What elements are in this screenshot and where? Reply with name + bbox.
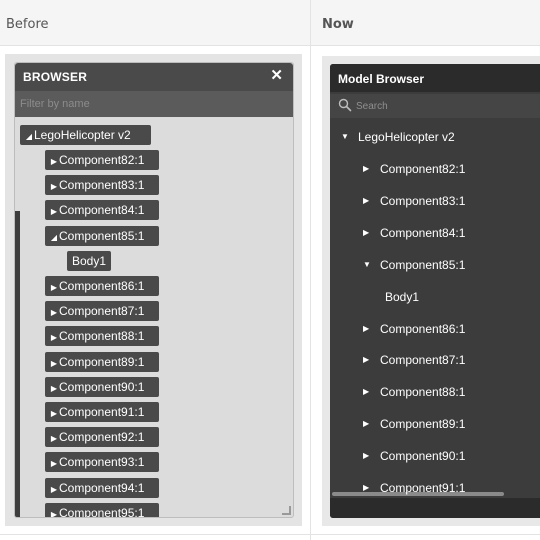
tree-node-component[interactable]: ▶ Component83:1 bbox=[45, 175, 159, 195]
tree-node-label: Component88:1 bbox=[59, 329, 145, 343]
tree-node-component[interactable]: ◢ Component85:1 bbox=[45, 226, 159, 246]
tree-node-label: Component90:1 bbox=[380, 449, 466, 463]
triangle-right-icon[interactable]: ▶ bbox=[45, 404, 59, 424]
tree-node-label: Component89:1 bbox=[59, 355, 145, 369]
tree-node-component[interactable]: ▶ Component83:1 bbox=[330, 185, 540, 217]
tree-node-label: Component91:1 bbox=[380, 481, 466, 495]
triangle-right-icon[interactable]: ▶ bbox=[45, 454, 59, 474]
model-browser-title-bar: Model Browser bbox=[330, 64, 540, 92]
triangle-right-icon[interactable]: ▶ bbox=[363, 344, 369, 376]
triangle-down-icon[interactable]: ▼ bbox=[363, 249, 371, 281]
triangle-right-icon[interactable]: ▶ bbox=[363, 313, 369, 345]
old-browser-title-bar: BROWSER ✕ bbox=[15, 63, 293, 91]
tree-node-label: Component87:1 bbox=[59, 304, 145, 318]
triangle-down-icon[interactable]: ◢ bbox=[20, 127, 34, 147]
now-column-header: Now bbox=[322, 17, 354, 32]
tree-node-label: LegoHelicopter v2 bbox=[358, 130, 455, 144]
triangle-right-icon[interactable]: ▶ bbox=[45, 505, 59, 517]
tree-node-label: Component89:1 bbox=[380, 417, 466, 431]
tree-node-component[interactable]: ▶ Component87:1 bbox=[330, 344, 540, 376]
tree-node-label: Component82:1 bbox=[380, 162, 466, 176]
filter-input[interactable] bbox=[15, 91, 293, 117]
tree-node-label: Component86:1 bbox=[380, 322, 466, 336]
tree-node-label: Component85:1 bbox=[380, 258, 466, 272]
tree-node-root[interactable]: ▼ LegoHelicopter v2 bbox=[330, 121, 540, 153]
close-icon[interactable]: ✕ bbox=[270, 68, 283, 84]
tree-node-component[interactable]: ▼ Component85:1 bbox=[330, 249, 540, 281]
triangle-right-icon[interactable]: ▶ bbox=[363, 217, 369, 249]
triangle-right-icon[interactable]: ▶ bbox=[363, 408, 369, 440]
tree-node-label: Component90:1 bbox=[59, 380, 145, 394]
old-browser-title: BROWSER bbox=[23, 70, 88, 84]
tree-node-root[interactable]: ◢ LegoHelicopter v2 bbox=[20, 125, 151, 145]
triangle-right-icon[interactable]: ▶ bbox=[45, 429, 59, 449]
tree-node-component[interactable]: ▶ Component91:1 bbox=[45, 402, 159, 422]
tree-node-label: Component86:1 bbox=[59, 279, 145, 293]
triangle-right-icon[interactable]: ▶ bbox=[363, 185, 369, 217]
triangle-right-icon[interactable]: ▶ bbox=[45, 303, 59, 323]
triangle-right-icon[interactable]: ▶ bbox=[45, 328, 59, 348]
tree-node-component[interactable]: ▶ Component84:1 bbox=[45, 200, 159, 220]
triangle-right-icon[interactable]: ▶ bbox=[45, 152, 59, 172]
tree-node-label: Component84:1 bbox=[59, 203, 145, 217]
tree-node-component[interactable]: ▶ Component82:1 bbox=[330, 153, 540, 185]
model-browser-title: Model Browser bbox=[338, 72, 425, 86]
search-bar bbox=[330, 94, 540, 118]
triangle-right-icon[interactable]: ▶ bbox=[45, 354, 59, 374]
tree-node-label: Component95:1 bbox=[59, 506, 145, 518]
tree-node-label: Component85:1 bbox=[59, 229, 145, 243]
tree-node-label: Component82:1 bbox=[59, 153, 145, 167]
tree-node-label: Component84:1 bbox=[380, 226, 466, 240]
tree-node-component[interactable]: ▶ Component95:1 bbox=[45, 503, 159, 518]
triangle-right-icon[interactable]: ▶ bbox=[363, 440, 369, 472]
tree-node-label: Component83:1 bbox=[59, 178, 145, 192]
tree-node-label: Component94:1 bbox=[59, 481, 145, 495]
column-divider bbox=[310, 0, 311, 540]
tree-node-label: Component88:1 bbox=[380, 385, 466, 399]
tree-node-component[interactable]: ▶ Component86:1 bbox=[45, 276, 159, 296]
tree-node-component[interactable]: ▶ Component87:1 bbox=[45, 301, 159, 321]
triangle-right-icon[interactable]: ▶ bbox=[363, 376, 369, 408]
tree-node-component[interactable]: ▶ Component93:1 bbox=[45, 452, 159, 472]
triangle-right-icon[interactable]: ▶ bbox=[45, 480, 59, 500]
tree-node-component[interactable]: ▶ Component88:1 bbox=[45, 326, 159, 346]
triangle-right-icon[interactable]: ▶ bbox=[45, 177, 59, 197]
tree-node-component[interactable]: ▶ Component84:1 bbox=[330, 217, 540, 249]
model-browser-panel: Model Browser ▼ LegoHelicopter v2 ▶ Compone… bbox=[330, 64, 540, 518]
tree-node-component[interactable]: ▶ Component88:1 bbox=[330, 376, 540, 408]
triangle-right-icon[interactable]: ▶ bbox=[45, 379, 59, 399]
tree-node-component[interactable]: ▶ Component82:1 bbox=[45, 150, 159, 170]
tree-node-label: Component91:1 bbox=[59, 405, 145, 419]
triangle-right-icon[interactable]: ▶ bbox=[363, 153, 369, 185]
triangle-right-icon[interactable]: ▶ bbox=[363, 472, 369, 504]
tree-leaf-body[interactable]: Body1 bbox=[330, 281, 540, 313]
tree-node-component[interactable]: ▶ Component89:1 bbox=[330, 408, 540, 440]
tree-node-component[interactable]: ▶ Component94:1 bbox=[45, 478, 159, 498]
tree-node-label: Component93:1 bbox=[59, 455, 145, 469]
tree-node-component[interactable]: ▶ Component92:1 bbox=[45, 427, 159, 447]
tree-node-component[interactable]: ▶ Component89:1 bbox=[45, 352, 159, 372]
resize-handle-icon[interactable] bbox=[282, 506, 291, 515]
tree-node-label: Body1 bbox=[385, 290, 420, 304]
tree-node-component[interactable]: ▶ Component91:1 bbox=[330, 472, 540, 504]
tree-node-component[interactable]: ▶ Component86:1 bbox=[330, 313, 540, 345]
tree-node-component[interactable]: ▶ Component90:1 bbox=[45, 377, 159, 397]
tree-leaf-body[interactable]: Body1 bbox=[67, 251, 112, 271]
old-browser-panel: BROWSER ✕ ◢LegoHelicopter v2▶Component82… bbox=[14, 62, 294, 518]
triangle-down-icon[interactable]: ◢ bbox=[45, 228, 59, 248]
search-input[interactable] bbox=[356, 96, 536, 116]
before-column-header: Before bbox=[6, 17, 49, 32]
tree-node-label: LegoHelicopter v2 bbox=[34, 128, 131, 142]
triangle-down-icon[interactable]: ▼ bbox=[341, 121, 349, 153]
header-row bbox=[0, 0, 540, 46]
triangle-right-icon[interactable]: ▶ bbox=[45, 278, 59, 298]
triangle-right-icon[interactable]: ▶ bbox=[45, 202, 59, 222]
tree-node-component[interactable]: ▶ Component90:1 bbox=[330, 440, 540, 472]
tree-node-label: Component87:1 bbox=[380, 353, 466, 367]
table-bottom-border bbox=[0, 534, 540, 535]
old-browser-scrollbar[interactable] bbox=[15, 211, 20, 517]
search-icon bbox=[338, 98, 352, 112]
tree-node-label: Component83:1 bbox=[380, 194, 466, 208]
tree-node-label: Component92:1 bbox=[59, 430, 145, 444]
